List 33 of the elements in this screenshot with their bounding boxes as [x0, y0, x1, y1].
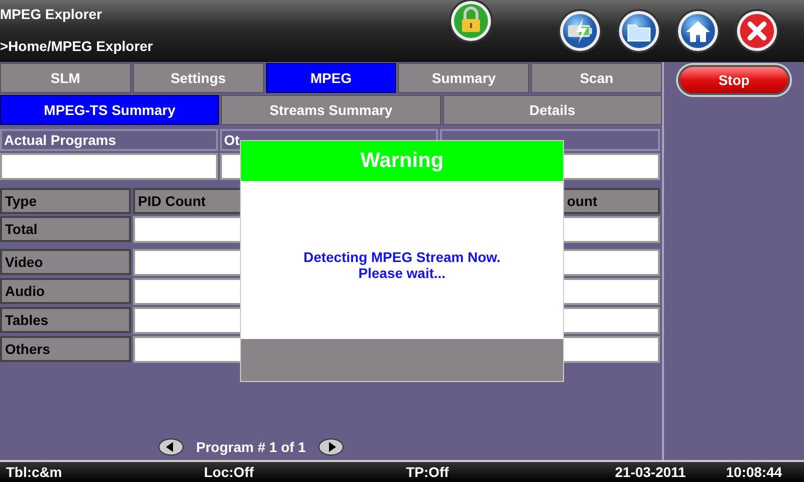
tab[interactable]: Summary — [398, 63, 530, 93]
status-item: Tbl:c&m — [6, 464, 62, 480]
window-title: MPEG Explorer — [0, 6, 103, 22]
status-item: TP:Off — [406, 464, 449, 480]
close-icon[interactable] — [734, 8, 780, 54]
row-header: Total — [0, 216, 131, 242]
lock-icon[interactable] — [448, 0, 494, 44]
dialog-title: Warning — [241, 141, 563, 181]
folder-icon[interactable] — [616, 8, 662, 54]
tab[interactable]: Settings — [132, 63, 264, 93]
row-header: Audio — [0, 278, 131, 304]
sub-tab[interactable]: MPEG-TS Summary — [0, 95, 220, 125]
dialog-message: Detecting MPEG Stream Now. Please wait... — [303, 249, 501, 281]
row-header: Others — [0, 336, 131, 362]
sub-tab[interactable]: Streams Summary — [221, 95, 441, 125]
tab[interactable]: Scan — [531, 63, 662, 93]
previous-button[interactable] — [158, 438, 184, 456]
row-header: Tables — [0, 307, 131, 333]
home-icon[interactable] — [675, 8, 721, 54]
stop-button[interactable]: Stop — [678, 65, 790, 95]
status-item: 10:08:44 — [726, 464, 782, 480]
next-button[interactable] — [318, 438, 344, 456]
status-item: 21-03-2011 — [615, 464, 686, 480]
status-item: Loc:Off — [204, 464, 254, 480]
row-header: Video — [0, 249, 131, 275]
sub-tab[interactable]: Details — [442, 95, 662, 125]
column-header: Type — [0, 188, 131, 214]
column-header: Actual Programs — [0, 129, 218, 151]
breadcrumb: >Home/MPEG Explorer — [0, 38, 154, 54]
program-counter: Program # 1 of 1 — [196, 439, 306, 455]
battery-icon[interactable] — [557, 8, 603, 54]
tab[interactable]: MPEG — [266, 63, 396, 93]
tab[interactable]: SLM — [0, 63, 131, 93]
